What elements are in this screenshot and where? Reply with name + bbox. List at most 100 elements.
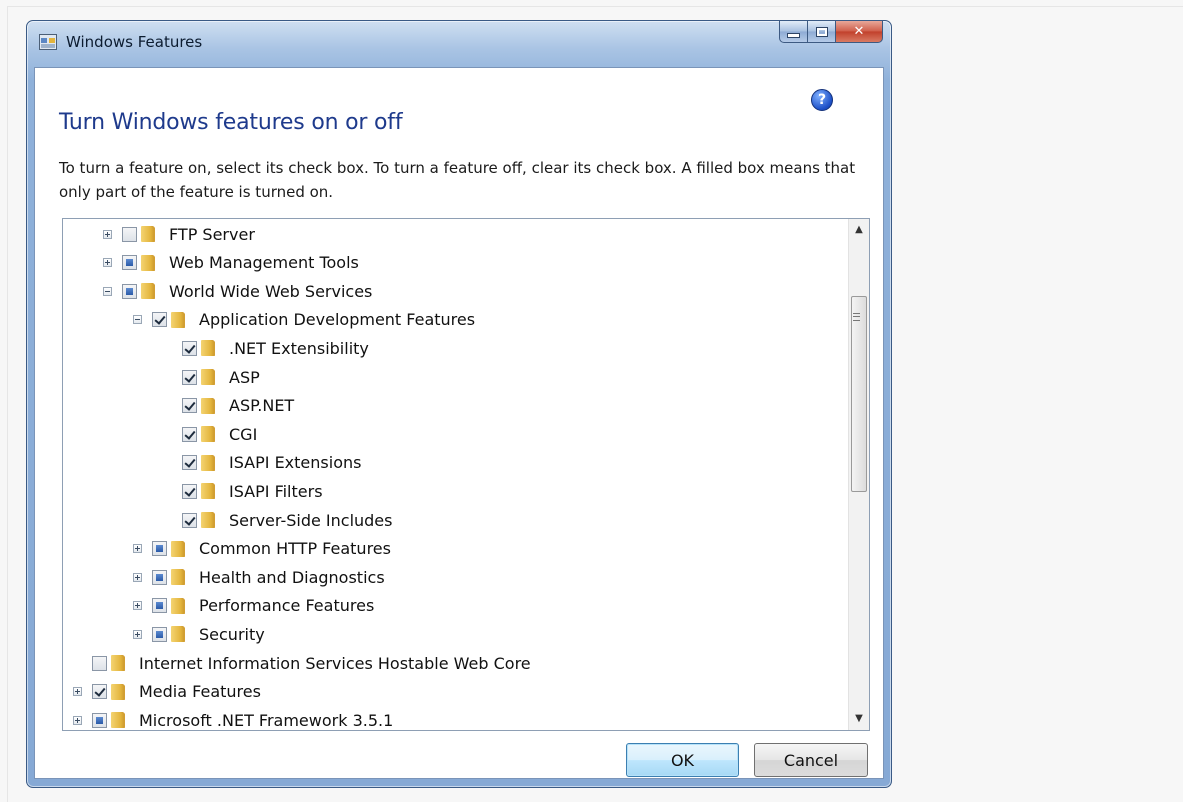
tree-item[interactable]: CGI [163,420,257,448]
tree-item-label: Common HTTP Features [199,539,391,559]
expand-icon[interactable] [133,601,142,611]
collapse-icon[interactable] [133,315,142,325]
tree-item-label: .NET Extensibility [229,338,369,358]
feature-checkbox[interactable] [92,655,107,671]
minimize-icon [787,33,800,38]
close-icon: ✕ [853,24,865,39]
tree-item[interactable]: World Wide Web Services [103,277,372,305]
folder-icon [201,426,215,443]
feature-checkbox[interactable] [152,569,167,585]
tree-item[interactable]: FTP Server [103,220,255,248]
folder-icon [171,569,185,586]
folder-icon [201,454,215,471]
folder-icon [171,626,185,643]
tree-item-label: CGI [229,424,258,444]
title-bar[interactable]: Windows Features ✕ [27,21,891,67]
tree-item-label: World Wide Web Services [169,281,373,301]
tree-item[interactable]: Server-Side Includes [163,506,392,534]
feature-checkbox[interactable] [182,455,197,471]
feature-checkbox[interactable] [152,541,167,557]
cancel-button[interactable]: Cancel [754,743,868,777]
tree-item[interactable]: Web Management Tools [103,249,359,277]
tree-item-label: Microsoft .NET Framework 3.5.1 [139,710,394,730]
no-expander [163,401,172,410]
vertical-scrollbar[interactable]: ▲ ▼ [848,219,869,730]
feature-checkbox[interactable] [122,226,137,242]
tree-item[interactable]: Microsoft .NET Framework 3.5.1 [73,706,394,730]
folder-icon [141,283,155,300]
tree-item-label: ASP.NET [229,396,295,416]
expand-icon[interactable] [133,572,142,582]
feature-checkbox[interactable] [152,312,167,328]
tree-item[interactable]: Health and Diagnostics [133,563,385,591]
tree-item[interactable]: .NET Extensibility [163,334,369,362]
folder-icon [141,226,155,242]
ok-button[interactable]: OK [626,743,739,777]
no-expander [163,516,172,525]
feature-checkbox[interactable] [122,283,137,299]
scrollbar-grip-icon [853,313,860,321]
feature-checkbox[interactable] [122,255,137,271]
feature-checkbox[interactable] [182,483,197,499]
tree-item[interactable]: ASP.NET [163,392,294,420]
no-expander [163,430,172,439]
tree-item[interactable]: Common HTTP Features [133,535,391,563]
window-title: Windows Features [66,33,203,51]
tree-item-label: Security [199,624,265,644]
minimize-button[interactable] [779,21,808,43]
expand-icon[interactable] [133,629,142,639]
features-tree: FTP Server Web Management Tools World Wide… [62,218,870,731]
folder-icon [141,254,155,271]
scrollbar-thumb[interactable] [851,296,867,492]
feature-checkbox[interactable] [152,626,167,642]
feature-checkbox[interactable] [182,369,197,385]
features-tree-rows: FTP Server Web Management Tools World Wide… [63,219,847,730]
feature-checkbox[interactable] [152,598,167,614]
windows-features-dialog: Windows Features ✕ Turn Windows features… [26,20,892,788]
no-expander [163,487,172,496]
tree-item-label: Internet Information Services Hostable W… [139,653,531,673]
tree-item-label: Web Management Tools [169,253,359,273]
feature-checkbox[interactable] [92,684,107,700]
help-icon[interactable]: ? [811,89,833,111]
tree-item[interactable]: Security [133,620,265,648]
tree-item-label: ASP [229,367,260,387]
folder-icon [111,655,125,671]
expand-icon[interactable] [73,715,82,725]
tree-item-label: Media Features [139,682,261,702]
no-expander [73,659,82,668]
folder-icon [111,683,125,700]
tree-item[interactable]: Performance Features [133,592,374,620]
feature-checkbox[interactable] [182,512,197,528]
folder-icon [171,311,185,328]
feature-checkbox[interactable] [182,398,197,414]
maximize-button[interactable] [808,21,836,43]
folder-icon [201,512,215,528]
tree-item-label: FTP Server [169,224,255,244]
scroll-down-arrow-icon[interactable]: ▼ [849,710,869,728]
no-expander [163,344,172,353]
close-button[interactable]: ✕ [836,21,883,43]
tree-item[interactable]: Application Development Features [133,306,475,334]
feature-checkbox[interactable] [92,712,107,728]
expand-icon[interactable] [73,687,82,697]
no-expander [163,458,172,467]
dialog-content: Turn Windows features on or off To turn … [34,67,884,779]
page-title: Turn Windows features on or off [59,110,403,135]
tree-item[interactable]: ISAPI Filters [163,477,323,505]
expand-icon[interactable] [133,544,142,554]
feature-checkbox[interactable] [182,340,197,356]
scroll-up-arrow-icon[interactable]: ▲ [849,221,869,239]
tree-item[interactable]: ASP [163,363,260,391]
expand-icon[interactable] [103,229,112,239]
tree-item-label: ISAPI Extensions [229,453,362,473]
folder-icon [201,340,215,357]
tree-item[interactable]: ISAPI Extensions [163,449,361,477]
tree-item-label: Application Development Features [199,310,476,330]
feature-checkbox[interactable] [182,426,197,442]
tree-item[interactable]: Media Features [73,678,261,706]
expand-icon[interactable] [103,258,112,268]
tree-item[interactable]: Internet Information Services Hostable W… [73,649,531,677]
folder-icon [171,540,185,557]
collapse-icon[interactable] [103,286,112,296]
